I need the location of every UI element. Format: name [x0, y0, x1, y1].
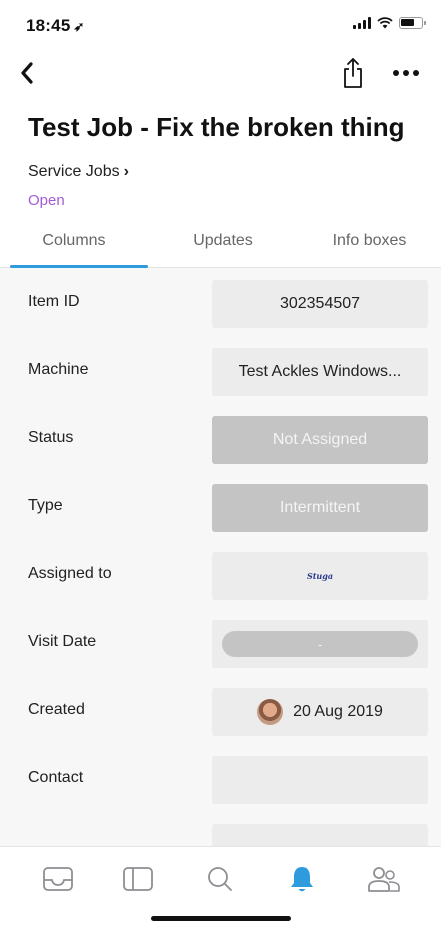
- status-label: Open: [28, 192, 65, 209]
- field-row-assigned-to: Assigned to Stuga: [0, 540, 441, 608]
- tab-boards[interactable]: [118, 861, 158, 897]
- clock-text: 18:45: [26, 16, 71, 35]
- tab-strip: Columns Updates Info boxes: [0, 222, 441, 268]
- search-icon: [208, 867, 232, 891]
- notifications-icon: [291, 867, 313, 892]
- field-label: Machine: [28, 361, 89, 378]
- inbox-icon: [43, 867, 73, 891]
- partial-cell[interactable]: [212, 824, 428, 846]
- wifi-icon: [377, 17, 393, 29]
- home-indicator: [151, 916, 291, 921]
- breadcrumb[interactable]: Service Jobs ›: [28, 163, 129, 181]
- tab-notifications[interactable]: [282, 861, 322, 897]
- chevron-right-icon: ›: [123, 163, 129, 180]
- field-label: Status: [28, 429, 74, 446]
- avatar: [257, 699, 284, 725]
- tab-columns[interactable]: Columns: [0, 222, 148, 268]
- battery-icon: [399, 17, 426, 29]
- tab-updates[interactable]: Updates: [148, 222, 298, 267]
- chevron-left-icon: [21, 62, 33, 84]
- created-date: 20 Aug 2019: [293, 703, 383, 720]
- created-value[interactable]: 20 Aug 2019: [212, 688, 428, 736]
- status-value[interactable]: Not Assigned: [212, 416, 428, 464]
- columns-list: Item ID 302354507 Machine Test Ackles Wi…: [0, 268, 441, 846]
- tab-info-boxes[interactable]: Info boxes: [298, 222, 441, 267]
- field-row-created: Created 20 Aug 2019: [0, 676, 441, 744]
- boards-icon: [123, 867, 153, 891]
- field-label: Item ID: [28, 293, 80, 310]
- signal-icon: [353, 17, 371, 29]
- share-icon: [344, 58, 362, 88]
- field-label: Contact: [28, 769, 84, 786]
- breadcrumb-label: Service Jobs: [28, 163, 120, 180]
- navigation-bar: [0, 52, 441, 96]
- status-icons: [353, 17, 426, 29]
- type-value[interactable]: Intermittent: [212, 484, 428, 532]
- contact-value[interactable]: [212, 756, 428, 804]
- status-bar: 18:45 ➶: [0, 0, 441, 44]
- field-label: Type: [28, 497, 63, 514]
- field-label: Visit Date: [28, 633, 97, 650]
- date-pill: -: [222, 631, 418, 657]
- tab-inbox[interactable]: [38, 861, 78, 897]
- field-row-partial: [0, 812, 441, 846]
- team-icon: [368, 867, 400, 892]
- item-id-value[interactable]: 302354507: [212, 280, 428, 328]
- field-row-contact: Contact: [0, 744, 441, 812]
- field-row-status: Status Not Assigned: [0, 404, 441, 472]
- location-arrow-icon: ➶: [73, 19, 85, 34]
- field-row-item-id: Item ID 302354507: [0, 268, 441, 336]
- tab-search[interactable]: [200, 861, 240, 897]
- visit-date-value[interactable]: -: [212, 620, 428, 668]
- status-time: 18:45 ➶: [26, 16, 85, 36]
- field-row-type: Type Intermittent: [0, 472, 441, 540]
- tab-team[interactable]: [364, 861, 404, 897]
- field-label: Assigned to: [28, 565, 112, 582]
- assignee-logo: Stuga: [306, 571, 334, 581]
- field-label: Created: [28, 701, 85, 718]
- more-options-button[interactable]: [384, 60, 428, 86]
- field-row-visit-date: Visit Date -: [0, 608, 441, 676]
- more-dots-icon: [393, 70, 399, 76]
- page-title: Test Job - Fix the broken thing: [28, 112, 405, 142]
- assigned-to-value[interactable]: Stuga: [212, 552, 428, 600]
- field-row-machine: Machine Test Ackles Windows...: [0, 336, 441, 404]
- share-button[interactable]: [338, 56, 368, 90]
- back-button[interactable]: [14, 58, 44, 88]
- machine-value[interactable]: Test Ackles Windows...: [212, 348, 428, 396]
